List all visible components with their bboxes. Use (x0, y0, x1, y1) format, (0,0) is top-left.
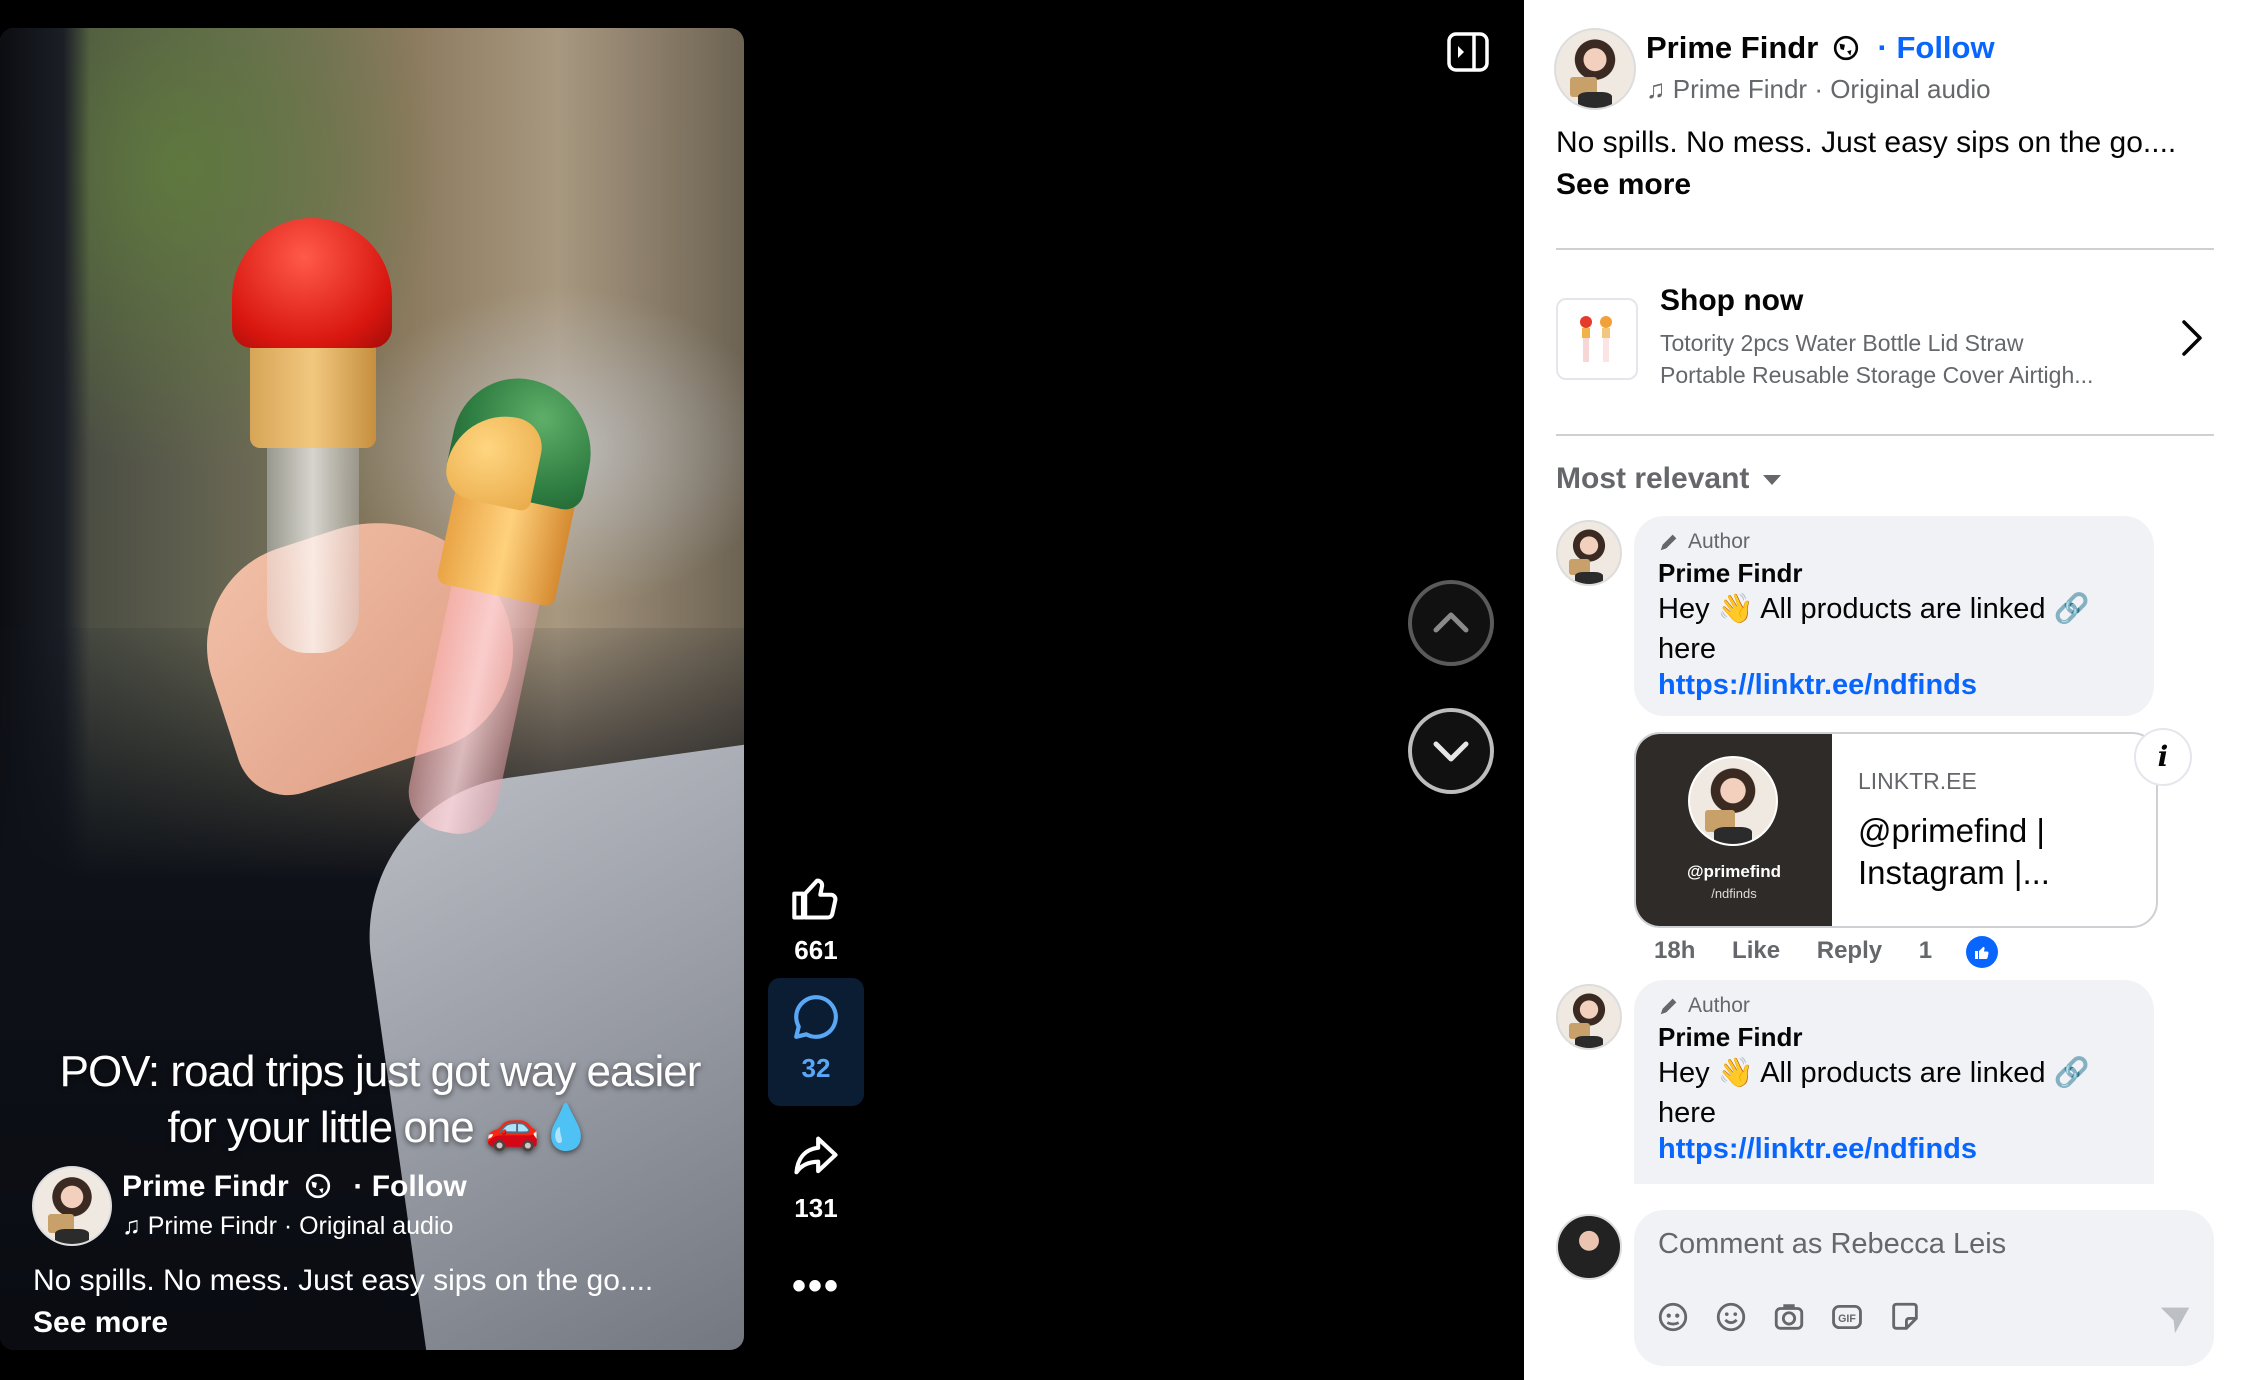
comment-bubble: Author Prime Findr Hey 👋 All products ar… (1634, 980, 2154, 1184)
commenter-name[interactable]: Prime Findr (1658, 1022, 2130, 1053)
chevron-down-icon (1433, 741, 1469, 762)
commenter-avatar[interactable] (1556, 984, 1622, 1050)
more-options-button[interactable]: ••• (768, 1264, 864, 1309)
comment-time[interactable]: 18h (1654, 937, 1695, 964)
author-name[interactable]: Prime Findr (122, 1170, 289, 1203)
commenter-name[interactable]: Prime Findr (1658, 558, 2130, 589)
comment-text-line1: Hey 👋 All products are linked 🔗 (1658, 1057, 2090, 1089)
thumbs-up-icon (792, 878, 838, 920)
follow-button[interactable]: · Follow (1878, 30, 1995, 65)
share-button[interactable]: 131 (768, 1130, 864, 1224)
info-icon[interactable]: i (2134, 728, 2192, 786)
comment-icon (794, 995, 838, 1039)
author-badge: Author (1658, 994, 2130, 1018)
author-badge: Author (1658, 530, 2130, 554)
pen-icon (1660, 534, 1677, 551)
preview-sub: /ndfinds (1711, 886, 1757, 901)
next-video-button[interactable] (1408, 708, 1494, 794)
comments-panel: Prime Findr · Follow ♫ Prime Findr · Ori… (1524, 0, 2242, 1380)
video-caption: POV: road trips just got way easier for … (59, 1047, 702, 1152)
sticker-icon[interactable] (1888, 1300, 1922, 1334)
music-note-icon: ♫ (1646, 74, 1666, 104)
comment-composer: Comment as Rebecca Leis GIF (1556, 1210, 2214, 1372)
preview-title: @primefind | Instagram |... (1858, 812, 2050, 891)
divider (1556, 248, 2214, 250)
pen-icon (1660, 998, 1677, 1015)
camera-icon[interactable] (1772, 1300, 1806, 1334)
comment-button[interactable]: 32 (768, 978, 864, 1106)
author-avatar[interactable] (1554, 28, 1636, 110)
share-icon (794, 1136, 838, 1175)
product-thumbnail (1556, 298, 1638, 380)
like-reaction-icon (1966, 936, 1999, 968)
sort-dropdown[interactable]: Most relevant (1556, 462, 1782, 496)
composer-toolbar: GIF (1656, 1300, 1922, 1334)
caret-down-icon (1763, 475, 1782, 486)
post-description: No spills. No mess. Just easy sips on th… (1556, 126, 2177, 159)
see-more-link[interactable]: See more (1556, 168, 1691, 202)
video-stage: POV: road trips just got way easier for … (0, 0, 1524, 1380)
audio-label[interactable]: Prime Findr · Original audio (148, 1212, 454, 1240)
reaction-count[interactable]: 1 (1919, 936, 2028, 968)
gif-icon[interactable]: GIF (1830, 1300, 1864, 1334)
see-more-link[interactable]: See more (33, 1306, 168, 1340)
video-description: No spills. No mess. Just easy sips on th… (33, 1264, 654, 1297)
comment-reply-button[interactable]: Reply (1817, 937, 1882, 964)
preview-handle: @primefind (1686, 862, 1782, 881)
comment-input[interactable]: Comment as Rebecca Leis GIF (1634, 1210, 2214, 1366)
comment-text-line2: here (1658, 633, 1717, 665)
chevron-up-icon (1433, 612, 1469, 633)
red-bottle-topper (232, 218, 392, 658)
avatar-sticker-icon[interactable] (1656, 1300, 1690, 1334)
previous-video-button[interactable] (1408, 580, 1494, 666)
product-name-line1: Totority 2pcs Water Bottle Lid Straw (1660, 330, 2024, 356)
music-note-icon: ♫ (122, 1212, 141, 1240)
commenter-avatar[interactable] (1556, 520, 1622, 586)
comment-text-line2: here (1658, 1097, 1717, 1129)
comment-link[interactable]: https://linktr.ee/ndfinds (1658, 669, 2130, 702)
divider (1556, 434, 2214, 436)
chevron-right-icon (2182, 320, 2202, 356)
current-user-avatar[interactable] (1556, 1214, 1622, 1280)
sort-label: Most relevant (1556, 462, 1750, 495)
collapse-panel-icon[interactable] (1446, 30, 1490, 74)
comment-placeholder: Comment as Rebecca Leis (1658, 1228, 2007, 1260)
preview-avatar (1688, 756, 1778, 846)
like-count: 661 (794, 935, 838, 965)
globe-icon (305, 1173, 331, 1199)
link-preview-card[interactable]: @primefind /ndfinds LINKTR.EE @primefind… (1634, 732, 2158, 928)
send-icon[interactable] (2158, 1302, 2192, 1336)
author-avatar[interactable] (32, 1166, 112, 1246)
author-name[interactable]: Prime Findr (1646, 30, 1818, 65)
shop-now-title: Shop now (1660, 284, 1804, 317)
comment-link[interactable]: https://linktr.ee/ndfinds (1658, 1133, 2130, 1166)
svg-text:GIF: GIF (1838, 1313, 1856, 1325)
follow-button[interactable]: · Follow (353, 1170, 466, 1203)
globe-icon (1833, 35, 1859, 61)
comment-meta: 18h Like Reply 1 (1654, 936, 2028, 968)
link-preview-image: @primefind /ndfinds (1636, 734, 1832, 926)
shop-now-card[interactable]: Shop now Totority 2pcs Water Bottle Lid … (1556, 270, 2214, 420)
comment-bubble: Author Prime Findr Hey 👋 All products ar… (1634, 516, 2154, 716)
product-name-line2: Portable Reusable Storage Cover Airtigh.… (1660, 362, 2094, 388)
comment-text-line1: Hey 👋 All products are linked 🔗 (1658, 593, 2090, 625)
preview-domain: LINKTR.EE (1858, 768, 1977, 794)
comment-like-button[interactable]: Like (1732, 937, 1780, 964)
comment-count: 32 (801, 1053, 831, 1083)
like-button[interactable]: 661 (768, 872, 864, 966)
audio-label[interactable]: Prime Findr · Original audio (1673, 74, 1991, 104)
video-player[interactable]: POV: road trips just got way easier for … (0, 28, 744, 1350)
share-count: 131 (794, 1193, 838, 1223)
emoji-icon[interactable] (1714, 1300, 1748, 1334)
